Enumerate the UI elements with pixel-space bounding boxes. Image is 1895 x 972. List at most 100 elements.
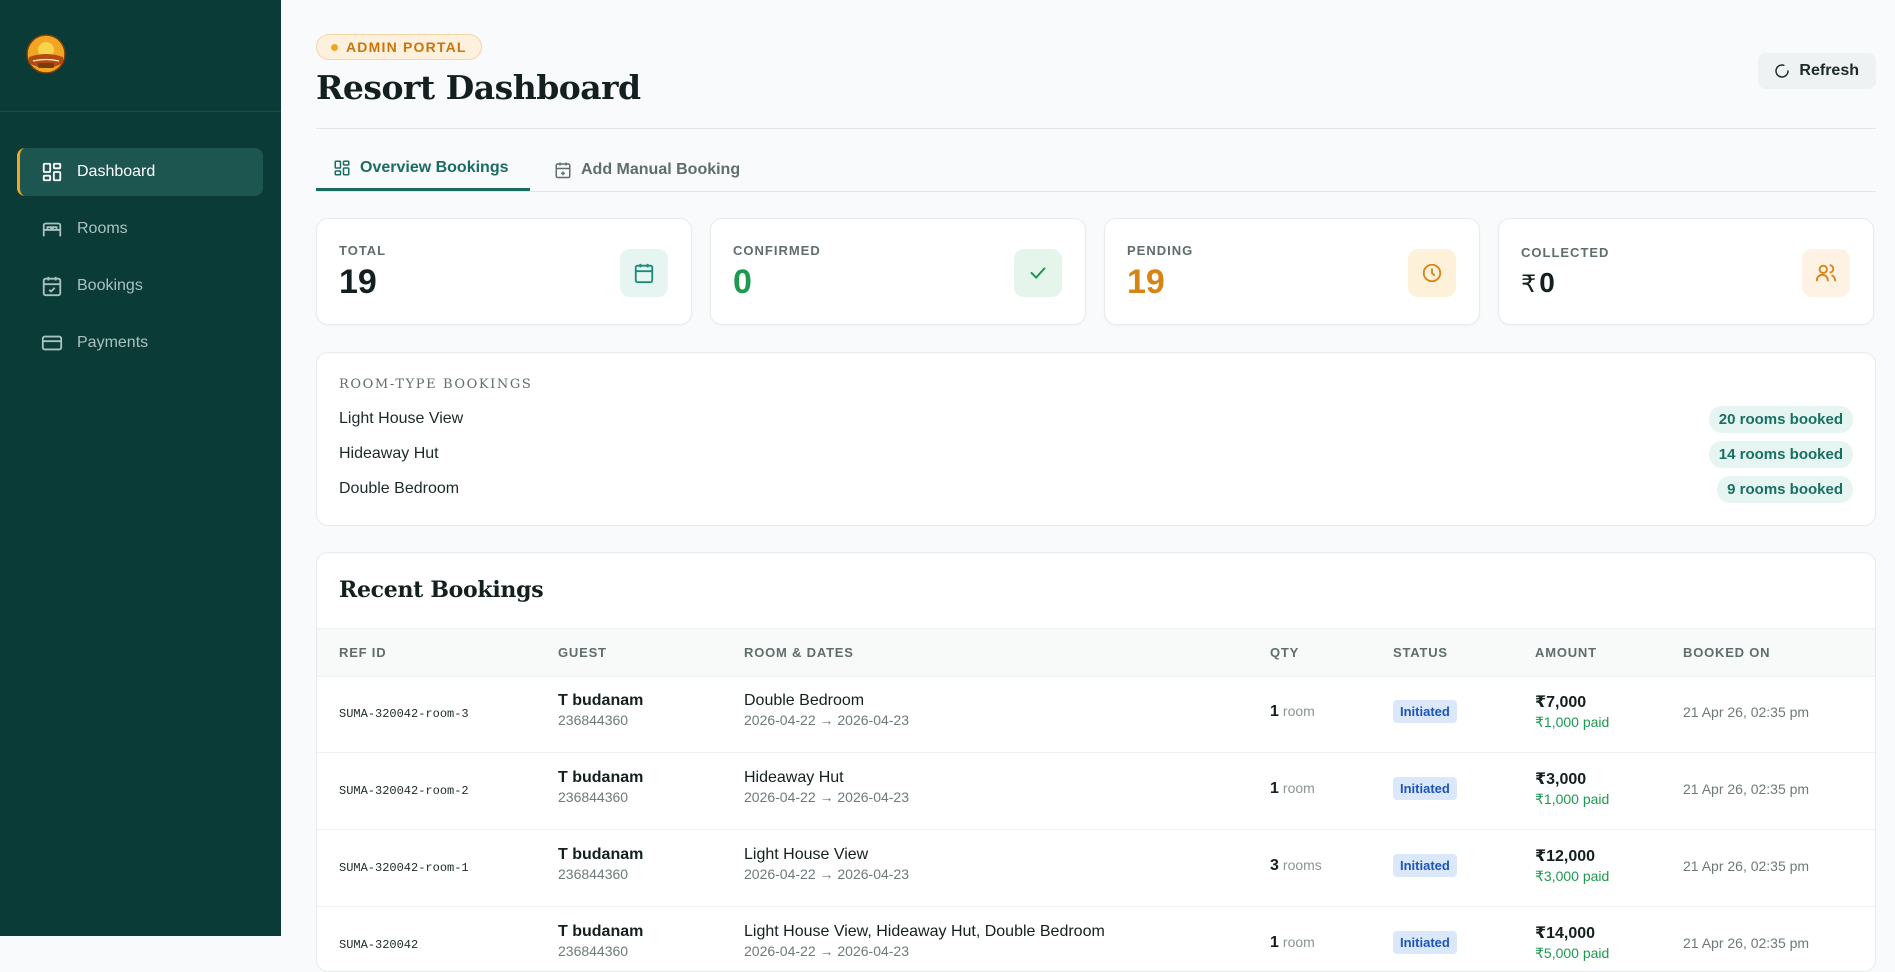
guest-phone: 236844360 xyxy=(558,712,629,728)
amount-cell: ₹12,000 ₹3,000 paid xyxy=(1535,846,1609,885)
column-header-room-dates[interactable]: ROOM & DATES xyxy=(744,645,854,660)
qty-unit: room xyxy=(1282,703,1315,719)
users-icon xyxy=(1802,249,1850,297)
tab-add-manual-booking[interactable]: Add Manual Booking xyxy=(554,148,740,191)
sidebar-nav: Dashboard Rooms Bookings Payments xyxy=(17,148,263,376)
qty-cell: 1 room xyxy=(1270,703,1315,721)
clock-icon xyxy=(1408,249,1456,297)
room-dates-cell: Hideaway Hut 2026-04-22 → 2026-04-23 xyxy=(744,769,909,805)
stat-value: 19 xyxy=(1127,263,1165,301)
amount-total: ₹14,000 xyxy=(1535,925,1596,942)
stat-value: 19 xyxy=(339,263,377,301)
rooms-booked-badge: 14 rooms booked xyxy=(1708,440,1853,468)
qty-value: 1 xyxy=(1270,934,1279,951)
stay-dates: 2026-04-22 → 2026-04-23 xyxy=(744,943,910,959)
guest-cell: T budanam 236844360 xyxy=(558,769,643,805)
column-header-guest[interactable]: GUEST xyxy=(558,645,607,660)
ref-id: SUMA-320042 xyxy=(339,938,419,952)
sidebar-item-dashboard[interactable]: Dashboard xyxy=(17,148,263,196)
calendar-plus-icon xyxy=(555,162,571,178)
stat-value: ₹0 xyxy=(1521,267,1555,299)
sidebar-item-bookings[interactable]: Bookings xyxy=(17,262,263,310)
qty-cell: 3 rooms xyxy=(1270,857,1322,875)
guest-phone: 236844360 xyxy=(558,866,629,882)
ref-id: SUMA-320042-room-2 xyxy=(339,784,469,798)
room-type-row: Hideaway Hut 14 rooms booked xyxy=(339,438,1853,470)
badge-dot xyxy=(331,43,338,51)
column-header-amount[interactable]: AMOUNT xyxy=(1535,645,1597,660)
sidebar-item-label: Bookings xyxy=(77,277,143,294)
stat-label: COLLECTED xyxy=(1521,245,1610,260)
recent-bookings-card: Recent Bookings REF ID GUEST ROOM & DATE… xyxy=(316,552,1876,972)
sidebar: Dashboard Rooms Bookings Payments xyxy=(0,0,281,936)
status-badge: Initiated xyxy=(1393,931,1457,954)
table-row[interactable]: SUMA-320042-room-1 T budanam 236844360 L… xyxy=(317,830,1875,907)
stat-card-total: TOTAL 19 xyxy=(316,218,692,325)
room-type-row: Light House View 20 rooms booked xyxy=(339,403,1853,435)
room-name: Hideaway Hut xyxy=(744,769,844,786)
status-badge: Initiated xyxy=(1393,777,1457,800)
tab-label: Add Manual Booking xyxy=(581,160,741,178)
room-dates-cell: Light House View 2026-04-22 → 2026-04-23 xyxy=(744,846,909,882)
bed-icon xyxy=(41,218,63,240)
refresh-label: Refresh xyxy=(1799,62,1859,79)
amount-cell: ₹7,000 ₹1,000 paid xyxy=(1535,692,1609,731)
column-header-qty[interactable]: QTY xyxy=(1270,645,1299,660)
guest-phone: 236844360 xyxy=(558,943,629,959)
dashboard-icon xyxy=(41,161,63,183)
booked-on: 21 Apr 26, 02:35 pm xyxy=(1683,858,1810,874)
sidebar-item-payments[interactable]: Payments xyxy=(17,319,263,367)
table-row[interactable]: SUMA-320042 T budanam 236844360 Light Ho… xyxy=(317,907,1875,971)
room-type-name: Hideaway Hut xyxy=(339,445,439,462)
room-type-bookings-card: ROOM-TYPE BOOKINGS Light House View 20 r… xyxy=(316,352,1876,526)
guest-name: T budanam xyxy=(558,769,644,786)
room-type-name: Double Bedroom xyxy=(339,480,460,497)
sidebar-item-rooms[interactable]: Rooms xyxy=(17,205,263,253)
stat-label: PENDING xyxy=(1127,243,1194,258)
amount-total: ₹12,000 xyxy=(1535,848,1596,865)
column-header-booked-on[interactable]: BOOKED ON xyxy=(1683,645,1770,660)
guest-cell: T budanam 236844360 xyxy=(558,923,643,959)
calendar-icon xyxy=(620,249,668,297)
stat-label: TOTAL xyxy=(339,243,387,258)
booked-on: 21 Apr 26, 02:35 pm xyxy=(1683,935,1810,951)
booked-on: 21 Apr 26, 02:35 pm xyxy=(1683,704,1810,720)
qty-cell: 1 room xyxy=(1270,780,1315,798)
calendar-check-icon xyxy=(41,275,63,297)
qty-value: 1 xyxy=(1270,703,1279,720)
table-header: REF ID GUEST ROOM & DATES QTY STATUS AMO… xyxy=(317,628,1875,677)
tab-label: Overview Bookings xyxy=(360,159,509,176)
resort-logo[interactable] xyxy=(25,33,67,75)
amount-total: ₹3,000 xyxy=(1535,771,1587,788)
currency-symbol: ₹ xyxy=(1521,271,1537,298)
amount-paid: ₹3,000 paid xyxy=(1535,868,1610,884)
column-header-status[interactable]: STATUS xyxy=(1393,645,1448,660)
sidebar-item-label: Dashboard xyxy=(77,163,156,180)
sidebar-header xyxy=(0,0,281,112)
qty-unit: room xyxy=(1282,934,1315,950)
check-icon xyxy=(1014,249,1062,297)
amount-paid: ₹1,000 paid xyxy=(1535,714,1610,730)
column-header-ref-id[interactable]: REF ID xyxy=(339,645,386,660)
table-row[interactable]: SUMA-320042-room-3 T budanam 236844360 D… xyxy=(317,676,1875,753)
section-title: ROOM-TYPE BOOKINGS xyxy=(339,377,533,392)
tab-overview-bookings[interactable]: Overview Bookings xyxy=(316,148,530,191)
dashboard-icon xyxy=(334,160,350,176)
room-name: Light House View, Hideaway Hut, Double B… xyxy=(744,923,1105,940)
guest-name: T budanam xyxy=(558,923,644,940)
admin-portal-badge: ADMIN PORTAL xyxy=(316,34,482,60)
table-row[interactable]: SUMA-320042-room-2 T budanam 236844360 H… xyxy=(317,753,1875,830)
ref-id: SUMA-320042-room-1 xyxy=(339,861,469,875)
booked-on: 21 Apr 26, 02:35 pm xyxy=(1683,781,1810,797)
stat-value: 0 xyxy=(733,263,752,301)
stat-label: CONFIRMED xyxy=(733,243,821,258)
guest-name: T budanam xyxy=(558,846,644,863)
qty-unit: rooms xyxy=(1282,857,1322,873)
amount-cell: ₹14,000 ₹5,000 paid xyxy=(1535,923,1609,962)
guest-name: T budanam xyxy=(558,692,644,709)
room-type-name: Light House View xyxy=(339,410,464,427)
section-title: Recent Bookings xyxy=(339,577,544,603)
refresh-button[interactable]: Refresh xyxy=(1758,53,1876,89)
amount-paid: ₹5,000 paid xyxy=(1535,945,1610,961)
qty-cell: 1 room xyxy=(1270,934,1315,952)
